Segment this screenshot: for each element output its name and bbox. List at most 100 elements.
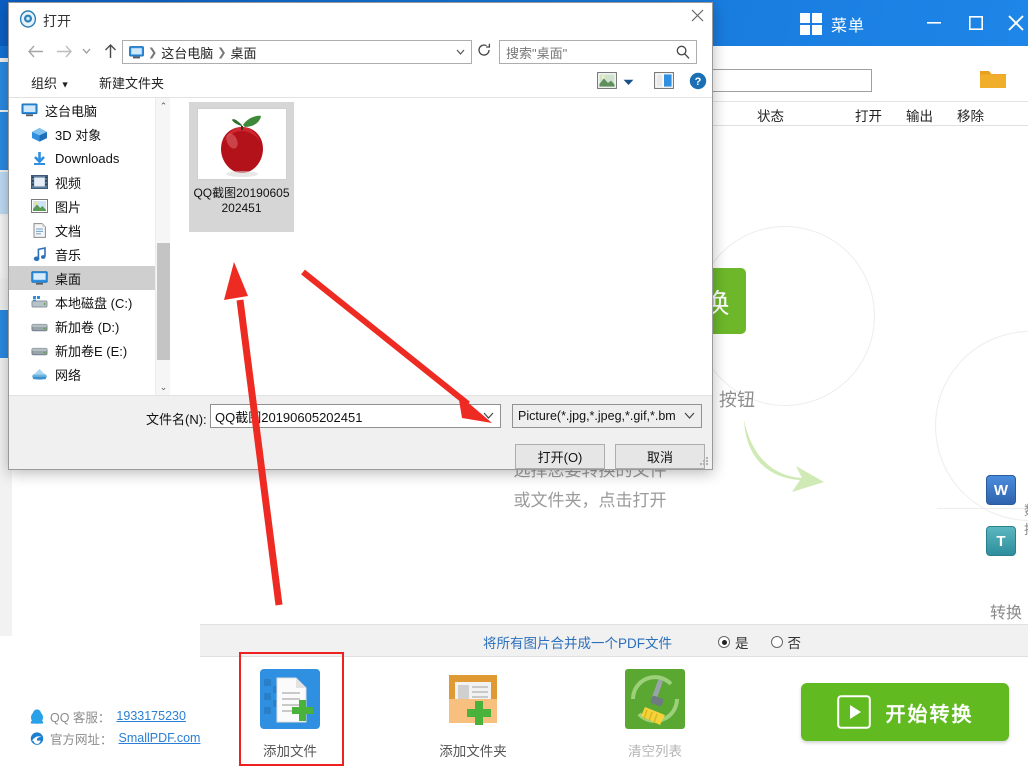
new-folder-button[interactable]: 新建文件夹 — [99, 73, 164, 92]
tree-item-2[interactable]: Downloads — [9, 146, 155, 170]
tree-item-0[interactable]: 这台电脑 — [9, 98, 155, 122]
tree-item-label: 网络 — [55, 367, 82, 383]
tree-item-label: 本地磁盘 (C:) — [55, 295, 133, 311]
add-folder-button[interactable]: 添加文件夹 — [430, 669, 516, 760]
scroll-up-arrow-icon[interactable]: ⌃ — [156, 98, 171, 114]
official-site-label: 官方网址： — [50, 732, 113, 747]
filename-input[interactable]: QQ截图20190605202451 — [210, 404, 501, 428]
breadcrumb-sep-2: ❯ — [217, 46, 227, 59]
refresh-button[interactable] — [477, 43, 491, 60]
radio-off-icon — [770, 636, 783, 648]
maximize-button[interactable] — [960, 8, 992, 38]
close-icon — [691, 9, 703, 22]
drive-icon — [31, 319, 48, 334]
tree-item-4[interactable]: 图片 — [9, 194, 155, 218]
breadcrumb-dropdown-icon[interactable] — [456, 47, 465, 58]
navigation-tree[interactable]: 这台电脑 3D 对象 Downloads 视频图片文档 音乐 桌面本地磁盘 (C:) 新加卷… — [9, 98, 155, 395]
file-item-name: QQ截图20190605202451 — [193, 186, 290, 215]
dialog-title: 打开 — [43, 13, 71, 29]
menu-button[interactable]: 菜单 — [800, 11, 865, 37]
merge-radio-yes-label: 是 — [735, 636, 749, 651]
filetype-select[interactable]: Picture(*.jpg,*.jpeg,*.gif,*.bm — [512, 404, 702, 428]
tree-item-11[interactable]: 网络 — [9, 362, 155, 386]
start-convert-label: 开始转换 — [885, 703, 974, 726]
tree-item-1[interactable]: 3D 对象 — [9, 122, 155, 146]
clear-list-button[interactable]: 清空列表 — [612, 669, 698, 760]
column-status: 状态 — [757, 109, 784, 124]
file-item[interactable]: QQ截图20190605202451 — [189, 102, 294, 232]
arrow-right-icon — [57, 45, 72, 57]
tree-item-10[interactable]: 新加卷E (E:) — [9, 338, 155, 362]
scroll-down-arrow-icon[interactable]: ⌄ — [156, 379, 171, 395]
svg-text:?: ? — [695, 76, 702, 88]
search-icon — [676, 45, 690, 59]
tree-item-8[interactable]: 本地磁盘 (C:) — [9, 290, 155, 314]
tree-item-label: 新加卷E (E:) — [55, 343, 128, 359]
search-input[interactable]: 搜索"桌面" — [499, 40, 697, 64]
breadcrumb-sep-1: ❯ — [148, 46, 158, 59]
minimize-button[interactable] — [918, 8, 950, 38]
view-dropdown-button[interactable] — [623, 78, 634, 88]
merge-radio-no[interactable]: 否 — [770, 632, 801, 652]
3d-objects-icon — [31, 127, 48, 142]
file-list[interactable]: QQ截图20190605202451 — [171, 98, 712, 395]
add-folder-label: 添加文件夹 — [439, 744, 507, 759]
breadcrumb-item-0[interactable]: 这台电脑 — [161, 43, 213, 62]
arrow-up-icon — [104, 43, 116, 58]
preview-pane-button[interactable] — [654, 72, 674, 92]
breadcrumb-item-1[interactable]: 桌面 — [230, 43, 256, 62]
this-pc-icon — [129, 45, 144, 59]
start-convert-button[interactable]: 开始转换 — [801, 683, 1009, 741]
radio-on-icon — [718, 636, 730, 648]
tree-item-3[interactable]: 视频 — [9, 170, 155, 194]
close-button[interactable] — [1000, 8, 1028, 38]
dialog-titlebar: 打开 — [9, 3, 712, 35]
forward-button[interactable] — [53, 40, 75, 62]
open-button[interactable]: 打开(O) — [515, 444, 605, 469]
cancel-button[interactable]: 取消 — [615, 444, 705, 469]
clear-list-label: 清空列表 — [628, 744, 682, 759]
up-button[interactable] — [99, 40, 121, 62]
search-placeholder: 搜索"桌面" — [506, 45, 568, 61]
app-shield-icon — [19, 10, 37, 28]
play-icon — [836, 695, 871, 729]
official-site-url[interactable]: SmallPDF.com — [119, 731, 201, 745]
tree-item-5[interactable]: 文档 — [9, 218, 155, 242]
breadcrumb[interactable]: ❯ 这台电脑 ❯ 桌面 — [122, 40, 472, 64]
open-file-dialog: 打开 ❯ 这台电脑 ❯ 桌面 搜索"桌面" 组织 ▼ 新建文件夹 ? 这台电脑 … — [8, 2, 713, 470]
back-button[interactable] — [25, 40, 47, 62]
tree-scrollbar[interactable]: ⌃ ⌄ — [155, 98, 170, 395]
tree-item-7[interactable]: 桌面 — [9, 266, 155, 290]
tree-item-label: 图片 — [55, 199, 82, 215]
qq-penguin-icon — [30, 708, 44, 724]
resize-grip-icon[interactable] — [700, 457, 709, 466]
add-file-highlight-box — [239, 652, 344, 766]
qq-support-row: QQ 客服： 1933175230 — [30, 705, 200, 727]
tree-item-6[interactable]: 音乐 — [9, 242, 155, 266]
browse-folder-button[interactable] — [980, 68, 1006, 92]
green-curved-arrow-icon — [744, 420, 824, 492]
dialog-footer: 文件名(N): QQ截图20190605202451 Picture(*.jpg… — [9, 395, 712, 469]
merge-radio-group[interactable]: 是 否 — [718, 632, 801, 652]
tree-item-label: 这台电脑 — [45, 103, 98, 119]
merge-radio-yes[interactable]: 是 — [718, 632, 749, 652]
chevron-down-icon — [623, 79, 634, 85]
downloads-icon — [31, 151, 48, 166]
organize-menu[interactable]: 组织 ▼ — [31, 73, 70, 92]
illustration-row-divider — [937, 508, 1028, 509]
filename-dropdown-icon[interactable] — [483, 411, 494, 422]
menu-button-label: 菜单 — [831, 18, 866, 35]
recent-locations-button[interactable] — [75, 40, 97, 62]
apple-image-thumbnail — [196, 108, 287, 180]
dialog-close-button[interactable] — [688, 9, 706, 27]
preview-pane-icon — [654, 72, 674, 89]
view-layout-button[interactable] — [597, 72, 617, 92]
help-button[interactable]: ? — [689, 72, 707, 93]
filetype-dropdown-icon[interactable] — [684, 411, 695, 422]
tree-item-9[interactable]: 新加卷 (D:) — [9, 314, 155, 338]
word-file-icon: W — [986, 475, 1016, 505]
add-folder-icon — [449, 675, 497, 725]
scrollbar-thumb[interactable] — [157, 243, 170, 360]
filename-label: 文件名(N): — [146, 412, 207, 427]
qq-support-number[interactable]: 1933175230 — [116, 709, 186, 723]
